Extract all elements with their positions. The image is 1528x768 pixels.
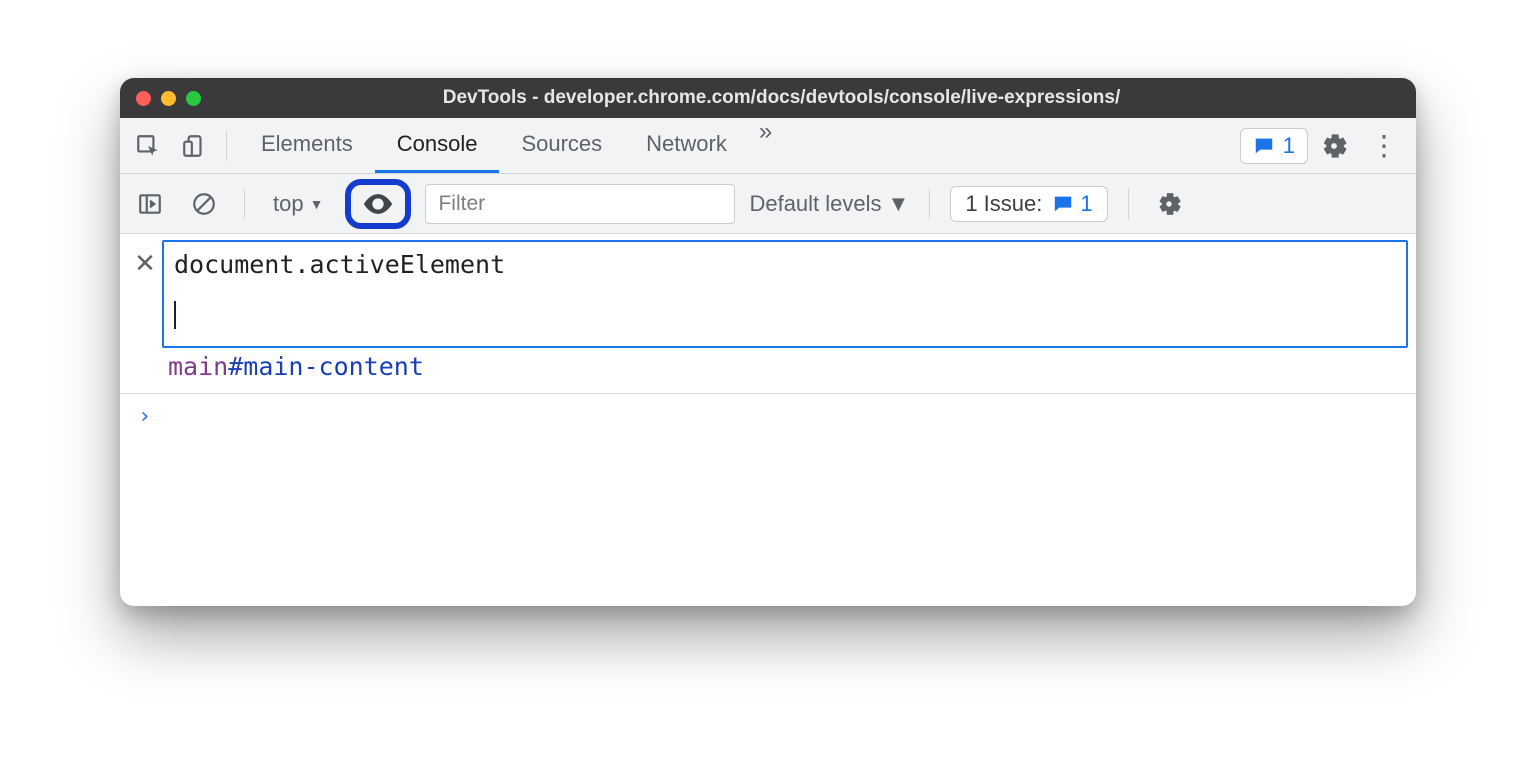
log-levels-selector[interactable]: Default levels ▼ [749,191,909,217]
minimize-window-button[interactable] [161,91,176,106]
context-label: top [273,191,304,217]
more-tabs-icon[interactable]: » [749,118,782,173]
issues-chip[interactable]: 1 Issue: 1 [950,186,1107,222]
inspect-element-icon[interactable] [128,126,168,166]
devtools-tabs: Elements Console Sources Network » [239,118,782,173]
chat-icon [1052,193,1074,215]
divider [1128,189,1129,219]
tab-console[interactable]: Console [375,118,500,173]
filter-input[interactable] [425,184,735,224]
result-element-tag: main [168,352,228,381]
text-cursor [174,301,176,329]
prompt-chevron-icon: › [138,404,151,429]
more-options-icon[interactable]: ⋮ [1360,129,1408,162]
remove-live-expression-button[interactable]: ✕ [128,240,162,279]
chevron-down-icon: ▼ [888,191,910,217]
eye-icon [361,187,395,221]
device-toolbar-icon[interactable] [174,126,214,166]
execution-context-selector[interactable]: top ▼ [265,191,331,217]
live-expression-button[interactable] [345,179,411,229]
console-settings-icon[interactable] [1149,184,1189,224]
devtools-window: DevTools - developer.chrome.com/docs/dev… [120,78,1416,606]
messages-badge[interactable]: 1 [1240,128,1308,164]
clear-console-icon[interactable] [184,184,224,224]
live-expression-input[interactable]: document.activeElement [162,240,1408,348]
chevron-down-icon: ▼ [310,196,324,212]
console-sidebar-toggle-icon[interactable] [130,184,170,224]
window-titlebar: DevTools - developer.chrome.com/docs/dev… [120,78,1416,118]
live-expression-text: document.activeElement [174,250,1396,279]
divider [929,189,930,219]
issues-label: 1 Issue: [965,191,1042,217]
levels-label: Default levels [749,191,881,217]
tab-sources[interactable]: Sources [499,118,624,173]
result-element-id: #main-content [228,352,424,381]
live-expression-result: main#main-content [120,348,1416,393]
window-traffic-lights [136,91,201,106]
issues-count: 1 [1080,191,1092,217]
console-prompt[interactable]: › [120,394,1416,439]
tab-network[interactable]: Network [624,118,749,173]
window-title: DevTools - developer.chrome.com/docs/dev… [213,87,1400,109]
messages-count: 1 [1283,133,1295,159]
close-window-button[interactable] [136,91,151,106]
maximize-window-button[interactable] [186,91,201,106]
divider [244,189,245,219]
live-expression-row: ✕ document.activeElement [120,234,1416,348]
console-toolbar: top ▼ Default levels ▼ 1 Issue: 1 [120,174,1416,234]
settings-icon[interactable] [1314,126,1354,166]
devtools-tabs-row: Elements Console Sources Network » 1 ⋮ [120,118,1416,174]
tab-elements[interactable]: Elements [239,118,375,173]
divider [226,131,227,161]
